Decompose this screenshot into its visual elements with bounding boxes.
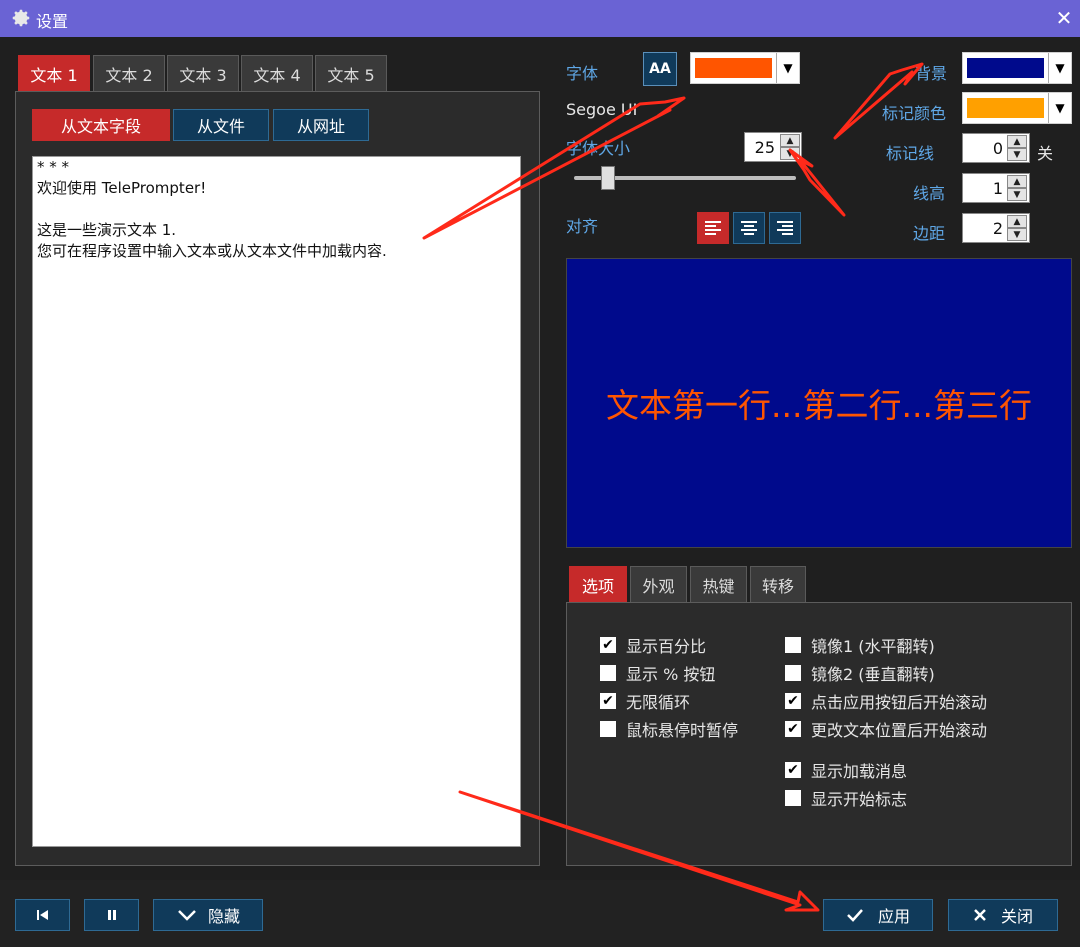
option-show-start-mark[interactable]: 显示开始标志 [785,786,907,810]
stepper-up-icon[interactable]: ▲ [1007,215,1027,228]
checkbox[interactable]: ✔ [600,637,616,653]
align-right-icon[interactable] [769,212,801,244]
pause-icon [107,910,116,920]
chevron-down-icon: ▼ [776,53,799,83]
align-label: 对齐 [566,217,599,236]
checkbox[interactable]: ✔ [785,721,801,737]
close-icon[interactable]: ✕ [1052,6,1076,30]
skip-to-start-button[interactable] [15,899,70,931]
checkbox[interactable]: ✔ [600,693,616,709]
tab-text-2[interactable]: 文本 2 [93,55,165,91]
font-color-swatch [695,58,772,78]
font-picker-icon[interactable]: AA [643,52,677,86]
from-url-button[interactable]: 从网址 [273,109,369,141]
margin-label: 边距 [913,224,946,243]
option-scroll-on-apply[interactable]: ✔ 点击应用按钮后开始滚动 [785,689,987,713]
tab-options[interactable]: 选项 [569,566,627,602]
tab-text-5[interactable]: 文本 5 [315,55,387,91]
font-color-picker[interactable]: ▼ [690,52,800,84]
line-height-label: 线高 [913,184,946,203]
close-button[interactable]: 关闭 [948,899,1058,931]
marker-color-label: 标记颜色 [882,104,947,123]
title-bar [0,0,1080,37]
marker-color-picker[interactable]: ▼ [962,92,1072,124]
tab-hotkeys[interactable]: 热键 [690,566,747,602]
option-show-percent-button[interactable]: 显示 % 按钮 [600,661,715,685]
marker-line-label: 标记线 [886,144,935,163]
hide-button[interactable]: 隐藏 [153,899,263,931]
option-infinite-loop[interactable]: ✔ 无限循环 [600,689,690,713]
from-text-field-button[interactable]: 从文本字段 [32,109,170,141]
option-show-percent[interactable]: ✔ 显示百分比 [600,633,706,657]
skip-start-icon [36,910,48,920]
text-editor[interactable]: * * * 欢迎使用 TelePrompter! 这是一些演示文本 1. 您可在… [32,156,521,847]
align-center-icon[interactable] [733,212,765,244]
stepper-up-icon[interactable]: ▲ [1007,135,1027,148]
from-file-button[interactable]: 从文件 [173,109,269,141]
checkbox[interactable] [600,721,616,737]
option-mirror-vertical[interactable]: 镜像2 (垂直翻转) [785,661,935,685]
window-title: 设置 [36,12,69,31]
checkbox[interactable]: ✔ [785,693,801,709]
checkbox[interactable] [600,665,616,681]
checkbox[interactable] [785,665,801,681]
option-scroll-on-position-change[interactable]: ✔ 更改文本位置后开始滚动 [785,717,987,741]
tab-text-1[interactable]: 文本 1 [18,55,90,91]
font-size-slider-thumb[interactable] [601,166,616,190]
option-mirror-horizontal[interactable]: 镜像1 (水平翻转) [785,633,935,657]
chevron-down-icon: ▼ [1048,53,1071,83]
checkbox[interactable] [785,637,801,653]
tab-text-4[interactable]: 文本 4 [241,55,313,91]
stepper-down-icon[interactable]: ▼ [780,147,800,160]
checkbox[interactable]: ✔ [785,762,801,778]
preview-pane: 文本第一行...第二行...第三行 [566,258,1072,548]
pause-button[interactable] [84,899,139,931]
checkbox[interactable] [785,790,801,806]
marker-color-swatch [967,98,1044,118]
align-left-icon[interactable] [697,212,729,244]
option-pause-on-hover[interactable]: 鼠标悬停时暂停 [600,717,738,741]
marker-line-off-text: 关 [1037,144,1054,163]
stepper-down-icon[interactable]: ▼ [1007,188,1027,201]
tab-appearance[interactable]: 外观 [630,566,687,602]
font-name: Segoe UI [566,100,638,119]
background-color-swatch [967,58,1044,78]
gear-icon [12,9,30,27]
background-color-picker[interactable]: ▼ [962,52,1072,84]
font-size-label: 字体大小 [566,139,631,158]
stepper-up-icon[interactable]: ▲ [780,134,800,147]
tab-text-3[interactable]: 文本 3 [167,55,239,91]
chevron-down-icon: ▼ [1048,93,1071,123]
chevron-down-icon [178,910,196,921]
preview-text: 文本第一行...第二行...第三行 [606,386,1032,425]
tab-transfer[interactable]: 转移 [750,566,806,602]
check-icon [847,909,863,922]
close-icon [974,909,986,921]
stepper-down-icon[interactable]: ▼ [1007,228,1027,241]
apply-button[interactable]: 应用 [823,899,933,931]
option-show-load-message[interactable]: ✔ 显示加载消息 [785,758,907,782]
font-label: 字体 [566,64,599,83]
stepper-down-icon[interactable]: ▼ [1007,148,1027,161]
stepper-up-icon[interactable]: ▲ [1007,175,1027,188]
background-label: 背景 [915,64,948,83]
